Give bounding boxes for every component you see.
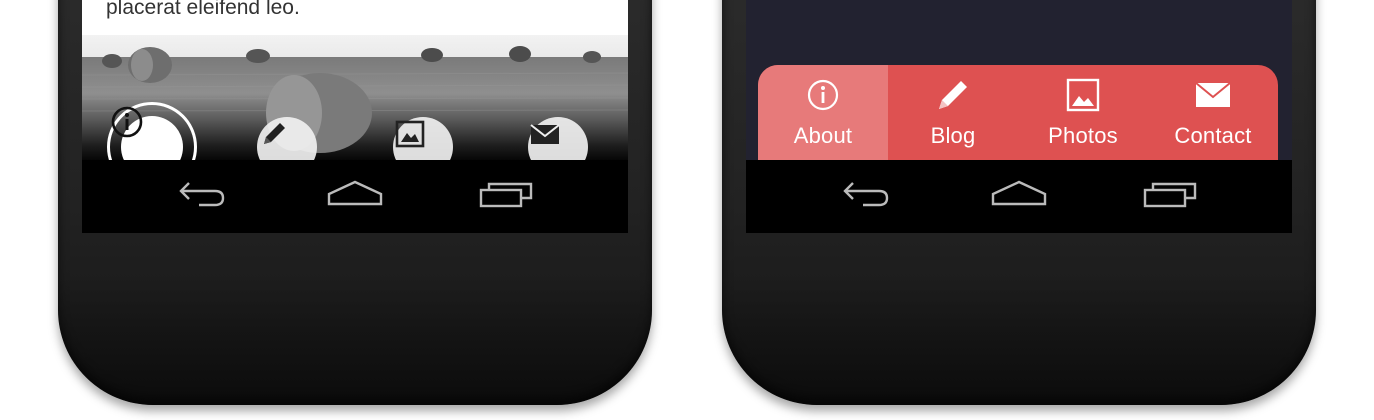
- android-navbar: [746, 160, 1292, 233]
- tab-bar: About Blog Photos Contact: [758, 65, 1278, 162]
- tab-label: Blog: [930, 123, 976, 148]
- pencil-icon: [933, 77, 973, 113]
- tab-photos[interactable]: Photos: [1018, 65, 1148, 162]
- home-icon[interactable]: [327, 178, 383, 215]
- right-phone: About Blog Photos Contact: [722, 0, 1316, 405]
- hay-bale-photo: [82, 35, 628, 192]
- mail-icon: [1195, 77, 1231, 113]
- back-icon[interactable]: [177, 178, 229, 215]
- tab-blog[interactable]: Blog: [888, 65, 1018, 162]
- body-text: placerat eleifend leo.: [106, 0, 300, 19]
- recents-icon[interactable]: [1143, 178, 1199, 215]
- tab-about[interactable]: About: [758, 65, 888, 162]
- left-screen: placerat eleifend leo.: [82, 0, 628, 233]
- recents-icon[interactable]: [479, 178, 535, 215]
- android-navbar: [82, 160, 628, 233]
- left-phone: placerat eleifend leo.: [58, 0, 652, 405]
- tab-contact[interactable]: Contact: [1148, 65, 1278, 162]
- tab-label: Contact: [1174, 123, 1252, 148]
- info-icon: [806, 77, 840, 113]
- back-icon[interactable]: [841, 178, 893, 215]
- right-screen: About Blog Photos Contact: [746, 0, 1292, 233]
- home-icon[interactable]: [991, 178, 1047, 215]
- tab-label: Photos: [1048, 123, 1118, 148]
- tab-label: About: [793, 123, 853, 148]
- image-icon: [1066, 77, 1100, 113]
